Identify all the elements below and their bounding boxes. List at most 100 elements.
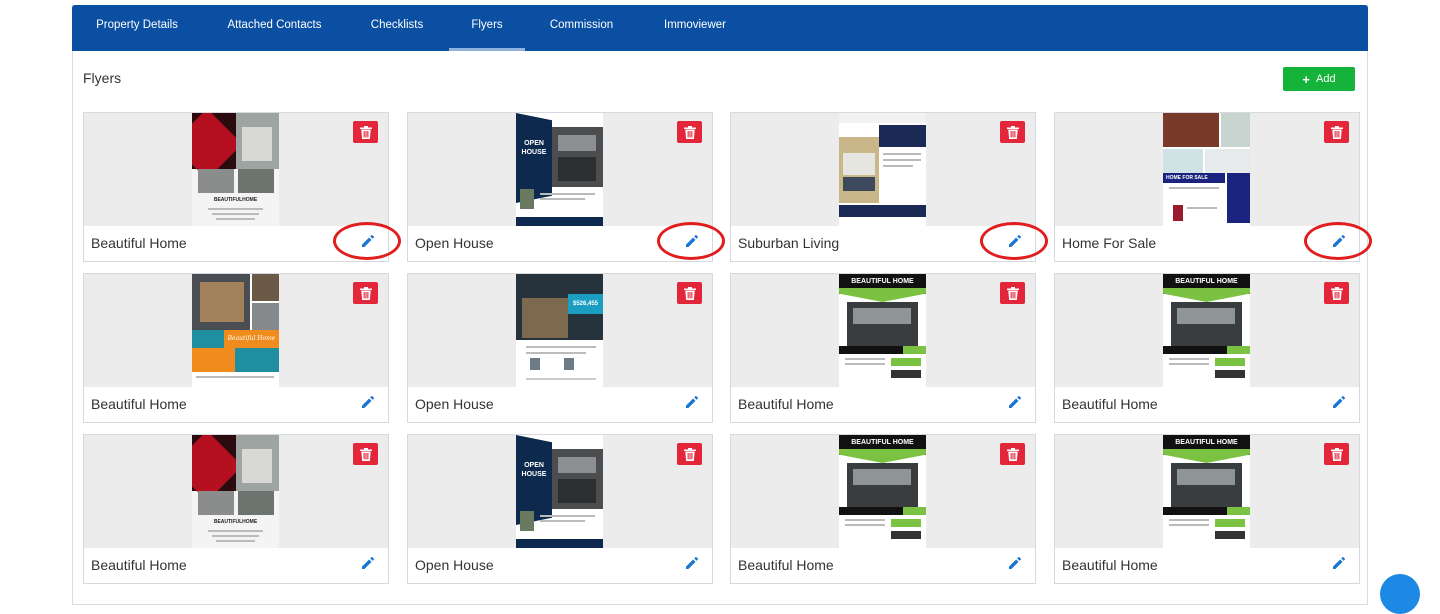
flyer-card[interactable]: Beautiful Home Beautiful Home [83, 273, 389, 423]
flyer-title: Open House [415, 396, 494, 412]
trash-icon [683, 125, 696, 139]
chat-fab-button[interactable] [1380, 574, 1420, 614]
flyer-thumbnail-text: BEAUTIFULHOME [213, 519, 258, 525]
pencil-icon [1007, 233, 1023, 249]
flyer-preview-area: Beautiful Home [84, 274, 388, 387]
flyer-thumbnail-text: Beautiful Home [224, 330, 279, 348]
flyer-thumbnail[interactable]: HOME FOR SALE [1163, 113, 1250, 226]
flyer-preview-area: BEAUTIFUL HOME [731, 435, 1035, 548]
delete-button[interactable] [1000, 443, 1025, 465]
flyer-thumbnail[interactable]: BEAUTIFULHOME [192, 113, 279, 226]
flyer-title: Beautiful Home [738, 557, 834, 573]
pencil-icon [1007, 555, 1023, 571]
flyer-thumbnail[interactable] [839, 113, 926, 226]
edit-button[interactable] [1007, 394, 1023, 410]
flyer-thumbnail-text: BEAUTIFULHOME [213, 197, 258, 203]
tab-property-details[interactable]: Property Details [82, 5, 192, 51]
flyer-preview-area: OPEN HOUSE [408, 113, 712, 226]
flyer-card[interactable]: BEAUTIFULHOME Beautiful Home [83, 434, 389, 584]
flyer-card[interactable]: BEAUTIFUL HOME Beautiful Home [730, 273, 1036, 423]
pencil-icon [360, 555, 376, 571]
flyer-thumbnail[interactable]: $526,455 [516, 274, 603, 387]
delete-button[interactable] [1000, 282, 1025, 304]
flyer-thumbnail[interactable]: BEAUTIFUL HOME [1163, 435, 1250, 548]
pencil-icon [1007, 394, 1023, 410]
edit-button[interactable] [684, 555, 700, 571]
flyer-card[interactable]: OPEN HOUSE Open House [407, 434, 713, 584]
pencil-icon [684, 555, 700, 571]
flyer-card[interactable]: Suburban Living [730, 112, 1048, 262]
delete-button[interactable] [353, 121, 378, 143]
trash-icon [1006, 125, 1019, 139]
edit-button[interactable] [360, 394, 376, 410]
pencil-icon [1331, 555, 1347, 571]
edit-button[interactable] [1331, 555, 1347, 571]
tab-commission[interactable]: Commission [539, 5, 624, 51]
delete-button[interactable] [1324, 443, 1349, 465]
edit-button[interactable] [1007, 555, 1023, 571]
flyer-title: Open House [415, 235, 494, 251]
edit-button[interactable] [1331, 394, 1347, 410]
tab-flyers[interactable]: Flyers [449, 5, 525, 51]
delete-button[interactable] [353, 443, 378, 465]
flyer-thumbnail-text: HOME FOR SALE [1163, 173, 1225, 183]
delete-button[interactable] [353, 282, 378, 304]
trash-icon [359, 286, 372, 300]
flyer-preview-area: BEAUTIFUL HOME [1055, 435, 1359, 548]
delete-button[interactable] [677, 121, 702, 143]
add-flyer-button[interactable]: + Add [1283, 67, 1355, 91]
flyers-panel: Property Details Attached Contacts Check… [72, 5, 1372, 605]
flyer-thumbnail[interactable]: Beautiful Home [192, 274, 279, 387]
flyer-preview-area: OPEN HOUSE [408, 435, 712, 548]
tab-checklists[interactable]: Checklists [357, 5, 437, 51]
flyer-thumbnail[interactable]: OPEN HOUSE [516, 435, 603, 548]
pencil-icon [684, 394, 700, 410]
flyer-preview-area: BEAUTIFULHOME [84, 113, 388, 226]
flyer-card[interactable]: OPEN HOUSE Open House [407, 112, 725, 262]
flyer-preview-area: BEAUTIFULHOME [84, 435, 388, 548]
section-title: Flyers [83, 70, 122, 86]
plus-icon: + [1302, 71, 1310, 87]
flyer-preview-area [731, 113, 1035, 226]
delete-button[interactable] [677, 443, 702, 465]
flyer-thumbnail[interactable]: BEAUTIFUL HOME [839, 274, 926, 387]
flyer-card[interactable]: HOME FOR SALE Home For Sale [1054, 112, 1372, 262]
delete-button[interactable] [1000, 121, 1025, 143]
flyer-preview-area: BEAUTIFUL HOME [1055, 274, 1359, 387]
edit-button[interactable] [684, 394, 700, 410]
edit-button[interactable] [360, 233, 376, 249]
flyer-card[interactable]: BEAUTIFUL HOME Beautiful Home [730, 434, 1036, 584]
flyer-title: Beautiful Home [91, 396, 187, 412]
flyer-thumbnail-text: $526,455 [568, 294, 603, 314]
flyer-title: Home For Sale [1062, 235, 1157, 251]
flyer-thumbnail[interactable]: OPEN HOUSE [516, 113, 603, 226]
flyer-preview-area: HOME FOR SALE [1055, 113, 1359, 226]
flyer-card[interactable]: BEAUTIFUL HOME Beautiful Home [1054, 434, 1360, 584]
pencil-icon [684, 233, 700, 249]
edit-button[interactable] [1007, 233, 1023, 249]
tab-bar: Property Details Attached Contacts Check… [72, 5, 1368, 51]
delete-button[interactable] [1324, 121, 1349, 143]
flyer-title: Suburban Living [738, 235, 840, 251]
flyer-card[interactable]: $526,455 Open House [407, 273, 713, 423]
pencil-icon [360, 394, 376, 410]
flyer-thumbnail-text: OPEN HOUSE [521, 462, 547, 478]
edit-button[interactable] [1331, 233, 1347, 249]
trash-icon [359, 447, 372, 461]
flyer-title: Beautiful Home [1062, 557, 1158, 573]
flyer-card[interactable]: BEAUTIFUL HOME Beautiful Home [1054, 273, 1360, 423]
flyer-card[interactable]: BEAUTIFULHOME Beautiful Home [83, 112, 401, 262]
flyer-thumbnail[interactable]: BEAUTIFUL HOME [1163, 274, 1250, 387]
edit-button[interactable] [684, 233, 700, 249]
pencil-icon [360, 233, 376, 249]
flyer-thumbnail[interactable]: BEAUTIFULHOME [192, 435, 279, 548]
tab-attached-contacts[interactable]: Attached Contacts [212, 5, 337, 51]
tab-immoviewer[interactable]: Immoviewer [650, 5, 740, 51]
trash-icon [1330, 125, 1343, 139]
delete-button[interactable] [677, 282, 702, 304]
trash-icon [1006, 286, 1019, 300]
edit-button[interactable] [360, 555, 376, 571]
flyer-title: Beautiful Home [91, 235, 187, 251]
flyer-thumbnail[interactable]: BEAUTIFUL HOME [839, 435, 926, 548]
delete-button[interactable] [1324, 282, 1349, 304]
